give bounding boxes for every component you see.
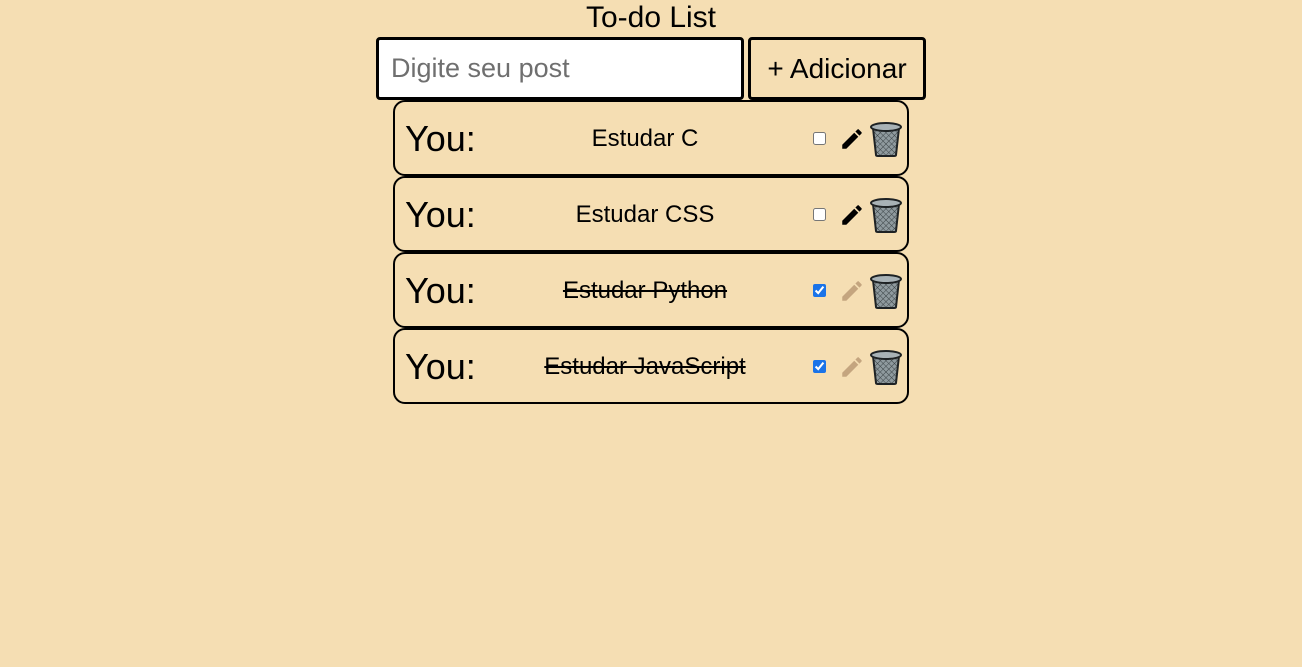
- todo-author: You:: [405, 194, 476, 235]
- pencil-icon[interactable]: [839, 354, 865, 380]
- todo-list: You: Estudar C You: Estudar CSS You: Est…: [393, 100, 909, 404]
- pencil-icon[interactable]: [839, 278, 865, 304]
- todo-author: You:: [405, 270, 476, 311]
- todo-app: To-do List + Adicionar You: Estudar C: [0, 0, 1302, 667]
- todo-item: You: Estudar CSS: [393, 176, 909, 252]
- add-post-form: + Adicionar: [376, 37, 926, 100]
- add-button[interactable]: + Adicionar: [748, 37, 926, 100]
- done-checkbox[interactable]: [813, 208, 826, 221]
- todo-text: Estudar JavaScript: [544, 353, 746, 380]
- post-input[interactable]: [376, 37, 744, 100]
- trash-icon[interactable]: [869, 121, 903, 157]
- todo-author: You:: [405, 346, 476, 387]
- done-checkbox[interactable]: [813, 360, 826, 373]
- trash-icon[interactable]: [869, 349, 903, 385]
- pencil-icon[interactable]: [839, 126, 865, 152]
- todo-text: Estudar CSS: [575, 201, 715, 228]
- todo-item: You: Estudar JavaScript: [393, 328, 909, 404]
- todo-text: Estudar Python: [562, 277, 728, 304]
- trash-icon[interactable]: [869, 197, 903, 233]
- todo-author: You:: [405, 118, 476, 159]
- pencil-icon[interactable]: [839, 202, 865, 228]
- todo-item: You: Estudar C: [393, 100, 909, 176]
- todo-item: You: Estudar Python: [393, 252, 909, 328]
- done-checkbox[interactable]: [813, 132, 826, 145]
- page-title: To-do List: [585, 1, 717, 34]
- todo-text: Estudar C: [591, 125, 699, 152]
- trash-icon[interactable]: [869, 273, 903, 309]
- done-checkbox[interactable]: [813, 284, 826, 297]
